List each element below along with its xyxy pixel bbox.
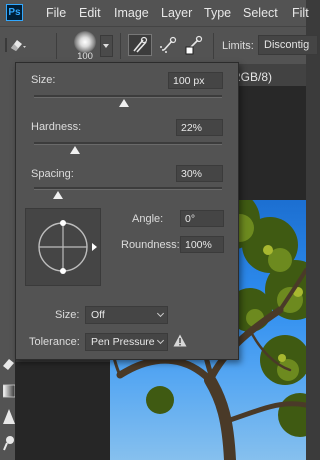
menu-edit[interactable]: Edit — [79, 6, 101, 20]
brush-settings-popup: Size: 100 px Hardness: 22% Spacing: 30% … — [15, 62, 239, 360]
eraser-tool-icon[interactable] — [3, 354, 15, 376]
background-eraser-sampling-icon[interactable] — [158, 35, 180, 55]
menu-bar: Ps File Edit Image Layer Type Select Fil… — [0, 0, 309, 26]
menu-image[interactable]: Image — [114, 6, 149, 20]
tools-panel — [0, 64, 16, 460]
sampling-swatch-icon[interactable] — [184, 35, 206, 55]
menu-filter[interactable]: Filt — [292, 6, 309, 20]
brush-tip-widget[interactable] — [25, 208, 101, 286]
spacing-value-field[interactable]: 30% — [176, 165, 223, 182]
separator — [56, 33, 57, 59]
size-slider-thumb[interactable] — [119, 99, 130, 107]
options-bar: 100 Limits: Discontig — [0, 26, 318, 65]
size-control-select[interactable]: Off — [85, 306, 168, 324]
size-control-value: Off — [91, 309, 105, 321]
hardness-slider-track[interactable] — [34, 142, 222, 145]
angle-label: Angle: — [132, 213, 164, 225]
spacing-label: Spacing: — [31, 168, 74, 180]
hardness-value-field[interactable]: 22% — [176, 119, 223, 136]
hardness-slider-thumb[interactable] — [70, 146, 81, 154]
erase-to-history-icon[interactable] — [128, 34, 152, 56]
menu-layer[interactable]: Layer — [161, 6, 192, 20]
menu-type[interactable]: Type — [204, 6, 231, 20]
hardness-label: Hardness: — [31, 121, 82, 133]
size-control-label: Size: — [55, 309, 80, 321]
separator — [213, 33, 214, 59]
tolerance-label: Tolerance: — [29, 336, 80, 348]
brush-preset-dropdown[interactable] — [100, 35, 113, 57]
roundness-value-field[interactable]: 100% — [180, 236, 224, 253]
spacing-slider-thumb[interactable] — [53, 191, 64, 199]
spacing-slider-track[interactable] — [34, 187, 222, 190]
canvas-pasteboard — [15, 362, 110, 460]
menu-select[interactable]: Select — [243, 6, 278, 20]
size-label: Size: — [31, 74, 56, 86]
limits-select[interactable]: Discontig — [258, 35, 318, 55]
angle-roundness-dial[interactable] — [26, 209, 100, 285]
size-value-field[interactable]: 100 px — [168, 72, 223, 89]
limits-label: Limits: — [222, 40, 254, 52]
chevron-down-icon — [156, 336, 165, 345]
tolerance-select[interactable]: Pen Pressure — [85, 333, 168, 351]
chevron-down-icon — [156, 309, 165, 318]
separator — [120, 33, 121, 59]
roundness-label: Roundness: — [121, 239, 180, 251]
gradient-tool-icon[interactable] — [3, 380, 15, 402]
tolerance-value: Pen Pressure — [91, 336, 155, 348]
app-logo: Ps — [6, 4, 23, 21]
warning-triangle-icon — [173, 334, 187, 347]
menu-file[interactable]: File — [46, 6, 66, 20]
brush-preset-preview[interactable] — [74, 31, 96, 53]
dodge-tool-icon[interactable] — [3, 432, 15, 454]
size-slider-track[interactable] — [34, 95, 222, 98]
angle-value-field[interactable]: 0° — [180, 210, 224, 227]
tool-preset-eraser-icon[interactable] — [5, 35, 27, 55]
brush-size-readout: 100 — [77, 51, 93, 62]
sharpen-tool-icon[interactable] — [3, 406, 15, 428]
